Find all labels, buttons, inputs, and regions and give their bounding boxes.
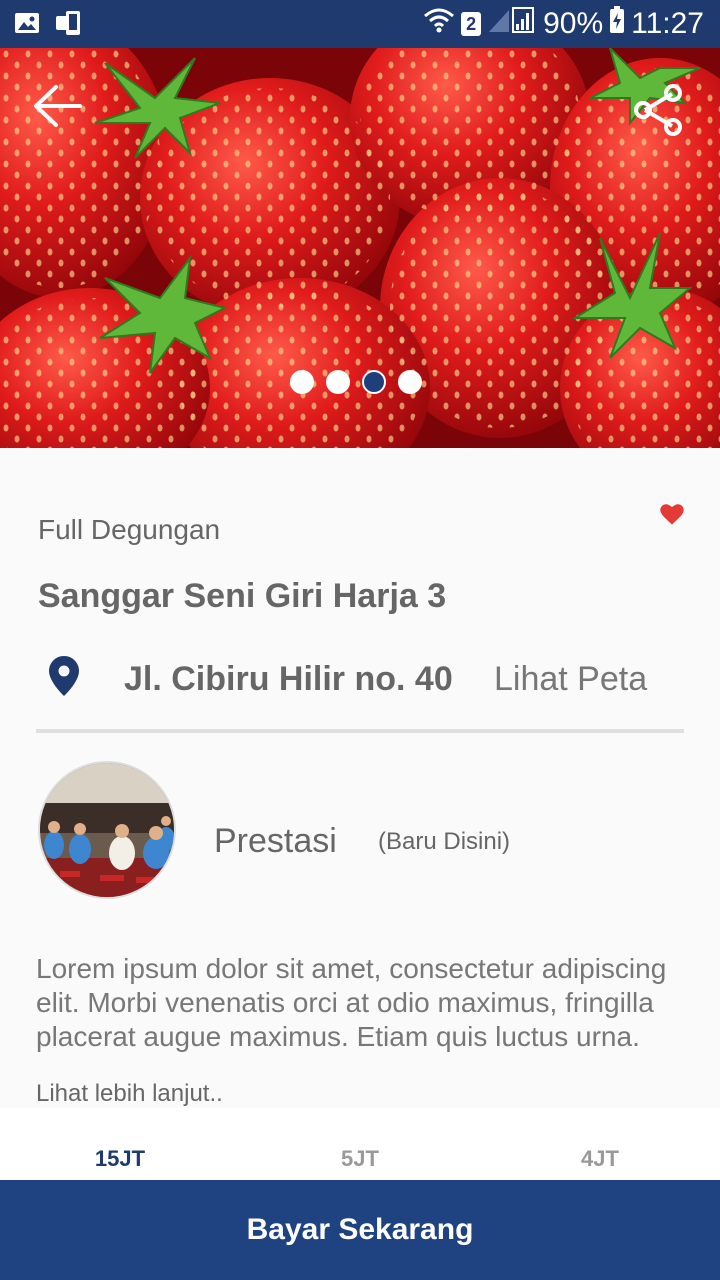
signal-icon (487, 6, 537, 42)
tab-15jt[interactable]: 15JT (0, 1108, 240, 1180)
device-icon (54, 10, 84, 41)
prestasi-label: Prestasi (214, 822, 337, 860)
pay-now-button[interactable]: Bayar Sekarang (0, 1180, 720, 1280)
share-icon (634, 84, 682, 136)
carousel-dot-active[interactable] (362, 370, 386, 394)
price-tabs: 15JT 5JT 4JT (0, 1108, 720, 1180)
divider (36, 729, 684, 733)
battery-percent: 90% (543, 7, 604, 40)
gallery-icon (14, 11, 40, 40)
back-arrow-icon (34, 85, 82, 127)
carousel-dot[interactable] (290, 370, 314, 394)
battery-icon (609, 6, 625, 42)
avatar[interactable] (38, 761, 176, 899)
back-button[interactable] (32, 84, 88, 140)
tab-4jt[interactable]: 4JT (480, 1108, 720, 1180)
status-bar: 2 90% 11:27 (0, 0, 720, 48)
location-pin-icon (48, 655, 80, 702)
carousel-dot[interactable] (398, 370, 422, 394)
favorite-button[interactable] (658, 500, 686, 528)
prestasi-note: (Baru Disini) (378, 828, 511, 855)
carousel-indicator (290, 370, 422, 394)
hero-image-carousel[interactable] (0, 48, 720, 448)
read-more-link[interactable]: Lihat lebih lanjut.. (36, 1080, 223, 1108)
heart-icon (660, 504, 684, 525)
page-title: Sanggar Seni Giri Harja 3 (38, 577, 447, 615)
address-text: Jl. Cibiru Hilir no. 40 (124, 660, 453, 698)
group-photo (40, 763, 174, 897)
category-label: Full Degungan (38, 514, 221, 545)
share-button[interactable] (632, 84, 688, 140)
view-map-link[interactable]: Lihat Peta (494, 660, 647, 699)
wifi-icon (423, 7, 455, 41)
carousel-dot[interactable] (326, 370, 350, 394)
description-text: Lorem ipsum dolor sit amet, consectetur … (36, 953, 667, 1052)
sim-badge: 2 (461, 12, 482, 36)
tab-5jt[interactable]: 5JT (240, 1108, 480, 1180)
clock: 11:27 (631, 7, 704, 40)
